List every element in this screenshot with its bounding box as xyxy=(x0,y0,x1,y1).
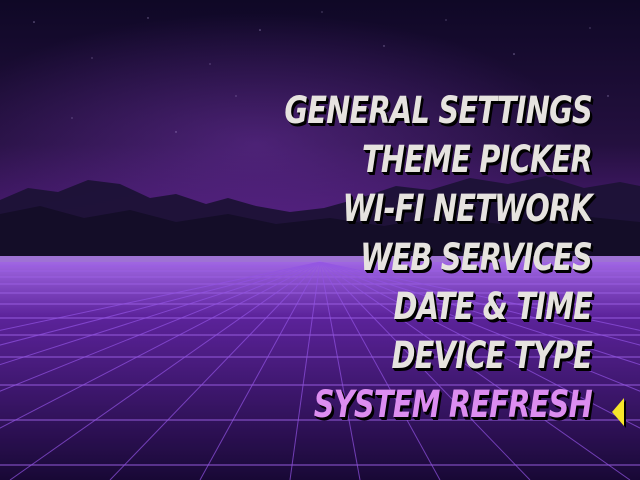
settings-menu-screen: GENERAL SETTINGS THEME PICKER WI-FI NETWOR… xyxy=(0,0,640,480)
menu-item-device-type[interactable]: DEVICE TYPE xyxy=(218,331,592,380)
menu-item-web-services[interactable]: WEB SERVICES xyxy=(218,233,592,282)
menu-item-general-settings[interactable]: GENERAL SETTINGS xyxy=(218,86,592,135)
menu-item-theme-picker[interactable]: THEME PICKER xyxy=(218,135,593,184)
settings-menu: GENERAL SETTINGS THEME PICKER WI-FI NETWOR… xyxy=(112,86,592,429)
menu-item-wi-fi-network[interactable]: WI-FI NETWORK xyxy=(218,184,593,233)
triangle-left-icon xyxy=(612,398,624,426)
menu-item-system-refresh[interactable]: SYSTEM REFRESH xyxy=(218,380,593,429)
menu-item-date-time[interactable]: DATE & TIME xyxy=(218,282,593,331)
